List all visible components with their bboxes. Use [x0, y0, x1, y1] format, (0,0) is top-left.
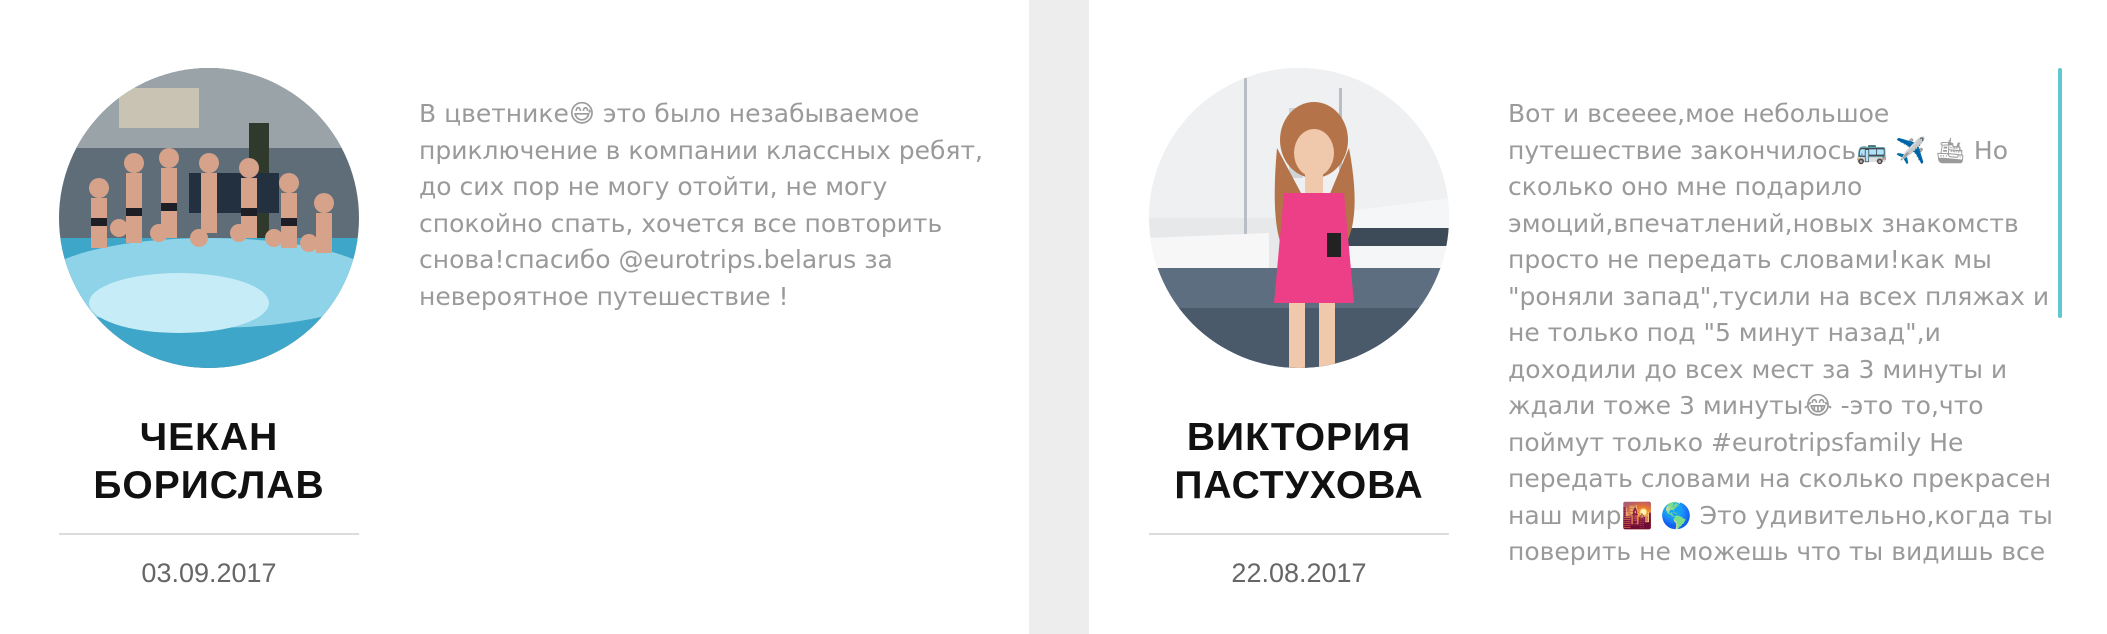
review-text-line: ждали тоже 3 минуты😂 -это то,что — [1508, 391, 1984, 420]
reviewer-name-last: БОРИСЛАВ — [93, 464, 325, 507]
review-card: ВИКТОРИЯ ПАСТУХОВА 22.08.2017 Вот и всее… — [1089, 0, 2107, 634]
name-divider — [1149, 533, 1449, 535]
name-divider — [59, 533, 359, 535]
reviewer-name-last: ПАСТУХОВА — [1174, 464, 1424, 507]
review-text-line: до сих пор не могу отойти, не могу — [419, 172, 888, 201]
review-text-line: эмоций,впечатлений,новых знакомств — [1508, 208, 2019, 238]
review-text-line: доходили до всех мест за 3 минуты и — [1508, 354, 2008, 384]
avatar-photo-harbor — [1149, 68, 1449, 368]
avatar-photo-pool-group — [59, 68, 359, 368]
reviewer-name: ВИКТОРИЯ ПАСТУХОВА — [1149, 414, 1449, 510]
review-text-line: передать словами на сколько прекрасен — [1508, 464, 2052, 493]
review-text-line: просто не передать словами!как мы — [1508, 245, 1992, 274]
review-text-line: наш мир🌇 🌎 Это удивительно,когда ты — [1508, 500, 2053, 530]
review-text-line: путешествие закончилось🚌 ✈️ 🛳 Но — [1508, 135, 2009, 165]
text-scrollbar[interactable] — [2058, 68, 2062, 318]
review-date: 03.09.2017 — [141, 558, 277, 588]
review-text-line: снова!спасибо @eurotrips.belarus за — [419, 245, 893, 274]
review-text-line: спокойно спать, хочется все повторить — [419, 208, 943, 238]
reviewer-name: ЧЕКАН БОРИСЛАВ — [59, 414, 359, 510]
review-text-line: сколько оно мне подарило — [1508, 172, 1863, 201]
review-text-line: "роняли запад",тусили на всех пляжах и — [1508, 281, 2050, 311]
review-text-line: не только под "5 минут назад",и — [1508, 318, 1941, 347]
reviewer-name-first: ЧЕКАН — [139, 416, 279, 459]
review-text-line: В цветнике😅 это было незабываемое — [419, 99, 920, 128]
review-text-line: приключение в компании классных ребят, — [419, 135, 983, 165]
review-date: 22.08.2017 — [1231, 558, 1367, 588]
review-text[interactable]: Вот и всееее,мое небольшое путешествие з… — [1508, 96, 2068, 570]
review-text-line: поймут только #eurotripsfamily Не — [1508, 427, 1964, 457]
review-text-line: невероятное путешествие ! — [419, 281, 789, 311]
reviewer-avatar — [1149, 68, 1449, 368]
review-card: ЧЕКАН БОРИСЛАВ 03.09.2017 В цветнике😅 эт… — [0, 0, 1029, 634]
review-text-line: Вот и всееее,мое небольшое — [1508, 99, 1890, 128]
reviewer-avatar — [59, 68, 359, 368]
reviewer-name-first: ВИКТОРИЯ — [1186, 416, 1412, 459]
review-text: В цветнике😅 это было незабываемое приклю… — [419, 96, 999, 315]
review-text-line: поверить не можешь что ты видишь все — [1508, 537, 2046, 566]
